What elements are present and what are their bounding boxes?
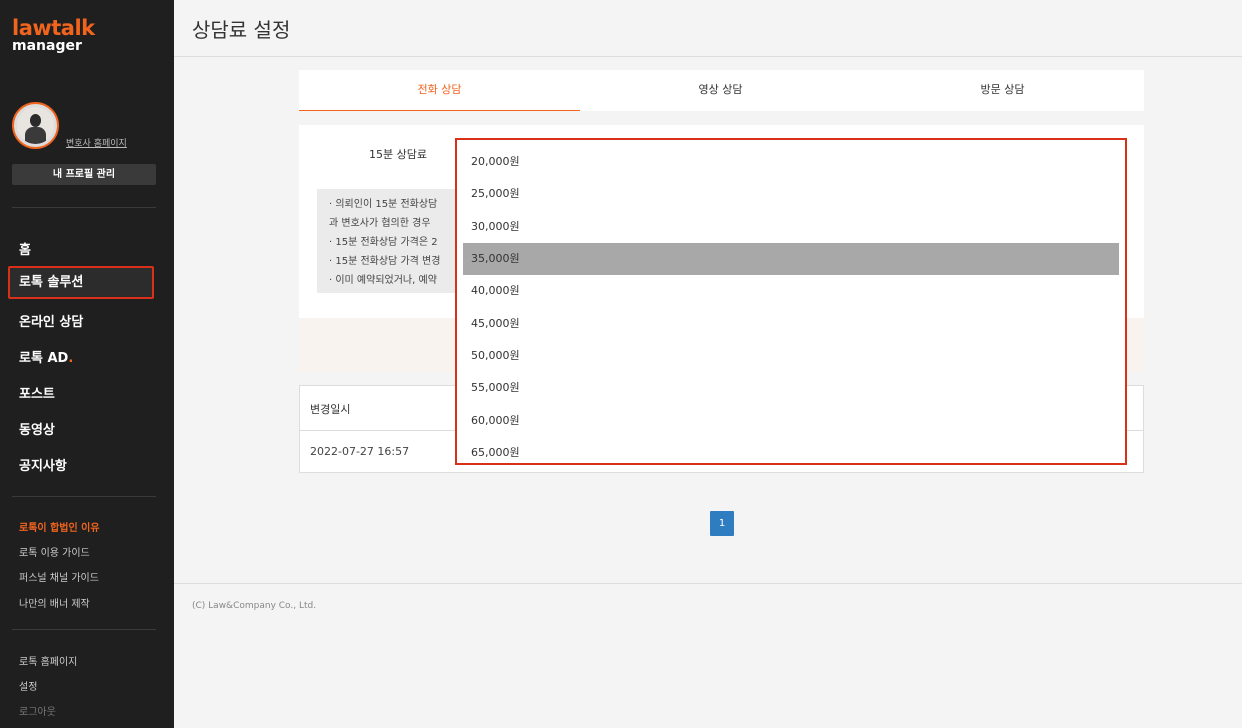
table-cell-date: 2022-07-27 16:57	[310, 445, 410, 458]
my-profile-button[interactable]: 내 프로필 관리	[12, 164, 156, 185]
logo-text-top: lawtalk	[12, 16, 95, 40]
logo-text-bottom: manager	[12, 38, 82, 54]
sidebar-divider	[12, 629, 156, 630]
avatar-body-shape	[25, 127, 46, 144]
page-title: 상담료 설정	[192, 18, 291, 42]
avatar[interactable]	[12, 102, 59, 149]
sidebar-divider	[12, 496, 156, 497]
sidebar-item-post[interactable]: 포스트	[19, 383, 55, 402]
fee-option[interactable]: 45,000원	[463, 308, 1119, 340]
sidebar-item-video[interactable]: 동영상	[19, 419, 55, 438]
fee-option[interactable]: 55,000원	[463, 372, 1119, 404]
lawtalk-logo[interactable]: lawtalk manager	[12, 16, 95, 54]
sidebar-item-home[interactable]: 홈	[19, 239, 31, 258]
fee-option[interactable]: 25,000원	[463, 178, 1119, 210]
sidebar-item-online-consult[interactable]: 온라인 상담	[19, 311, 83, 330]
sidebar: lawtalk manager 변호사 홈페이지 내 프로필 관리 홈 로톡 솔…	[0, 0, 174, 728]
link-settings[interactable]: 설정	[19, 678, 37, 693]
link-lawtalk-homepage[interactable]: 로톡 홈페이지	[19, 653, 77, 668]
tab-visit-consult[interactable]: 방문 상담	[862, 70, 1143, 111]
sidebar-item-lawtalk-solution[interactable]: 로톡 솔루션	[8, 266, 154, 299]
footer-divider	[174, 583, 1242, 584]
fee-option[interactable]: 40,000원	[463, 275, 1119, 307]
link-personal-channel-guide[interactable]: 퍼스널 채널 가이드	[19, 569, 99, 584]
avatar-photo	[17, 107, 54, 144]
copyright-text: (C) Law&Company Co., Ltd.	[192, 601, 317, 611]
link-usage-guide[interactable]: 로톡 이용 가이드	[19, 544, 90, 559]
ad-dot-mark: .	[68, 351, 74, 366]
link-logout[interactable]: 로그아웃	[19, 703, 56, 718]
lawyer-homepage-link[interactable]: 변호사 홈페이지	[66, 136, 127, 149]
sidebar-divider	[12, 207, 156, 208]
fee-option[interactable]: 60,000원	[463, 405, 1119, 437]
fee-dropdown-list[interactable]: 20,000원 25,000원 30,000원 35,000원 40,000원 …	[455, 138, 1127, 465]
fee-option[interactable]: 20,000원	[463, 146, 1119, 178]
pagination-page-button[interactable]: 1	[710, 511, 734, 536]
notice-box: · 의뢰인이 15분 전화상담 과 변호사가 협의한 경우 · 15분 전화상담…	[317, 189, 477, 293]
tab-video-consult[interactable]: 영상 상담	[580, 70, 861, 111]
sidebar-item-lawtalk-ad[interactable]: 로톡 AD.	[19, 347, 73, 366]
fee-option[interactable]: 30,000원	[463, 211, 1119, 243]
page-header: 상담료 설정	[174, 0, 1242, 57]
table-header-changed-at: 변경일시	[310, 403, 351, 416]
fee-option[interactable]: 50,000원	[463, 340, 1119, 372]
avatar-head-shape	[30, 114, 41, 127]
fee-option-selected[interactable]: 35,000원	[463, 243, 1119, 275]
fee-option[interactable]: 65,000원	[463, 437, 1119, 463]
sidebar-item-notice[interactable]: 공지사항	[19, 455, 67, 474]
link-why-legal[interactable]: 로톡이 합법인 이유	[19, 519, 100, 534]
link-banner-maker[interactable]: 나만의 배너 제작	[19, 595, 90, 610]
consult-type-tabs: 전화 상담 영상 상담 방문 상담	[299, 70, 1144, 111]
sidebar-item-lawtalk-ad-label: 로톡 AD	[19, 351, 69, 366]
fee-label: 15분 상담료	[369, 148, 427, 161]
tab-phone-consult[interactable]: 전화 상담	[299, 70, 580, 111]
